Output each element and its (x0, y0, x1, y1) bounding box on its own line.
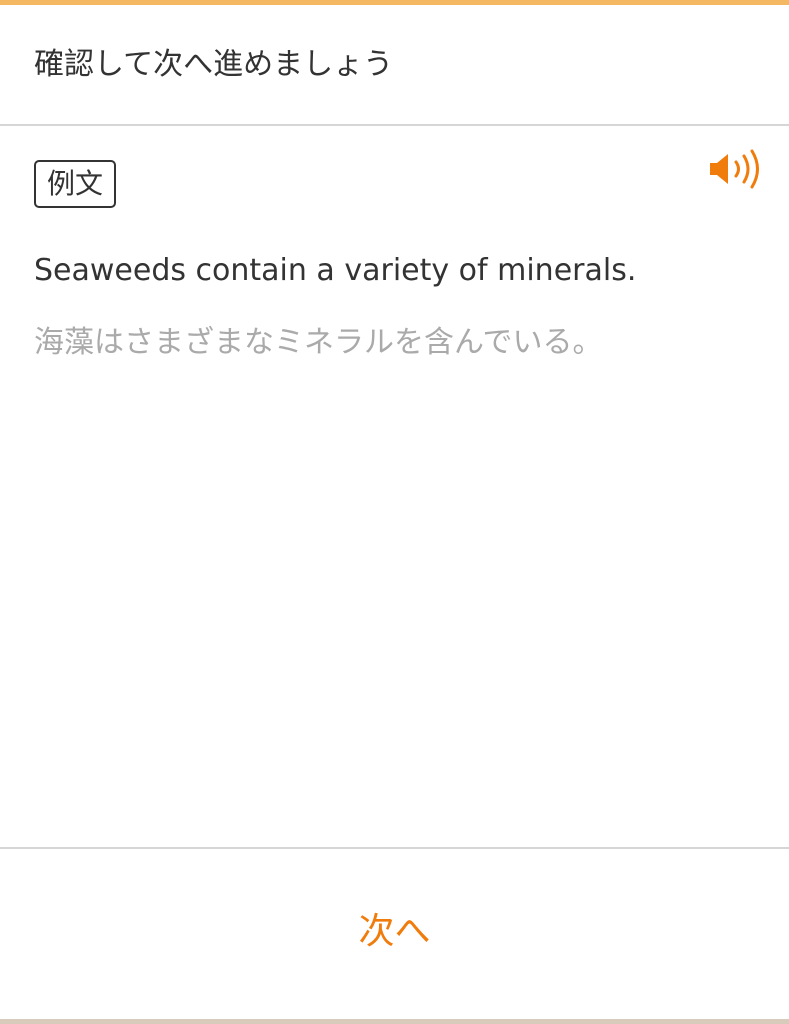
header-divider (0, 124, 789, 126)
next-button[interactable]: 次へ (0, 849, 789, 1019)
example-sentence-japanese: 海藻はさまざまなミネラルを含んでいる。 (34, 325, 603, 360)
example-tag: 例文 (34, 160, 116, 208)
next-button-label: 次へ (358, 911, 431, 952)
header: 確認して次へ進めましょう (0, 5, 789, 125)
example-sentence-english: Seaweeds contain a variety of minerals. (34, 253, 637, 288)
speaker-icon[interactable] (706, 148, 764, 190)
page-title: 確認して次へ進めましょう (34, 47, 394, 82)
bottom-strip (0, 1019, 789, 1024)
